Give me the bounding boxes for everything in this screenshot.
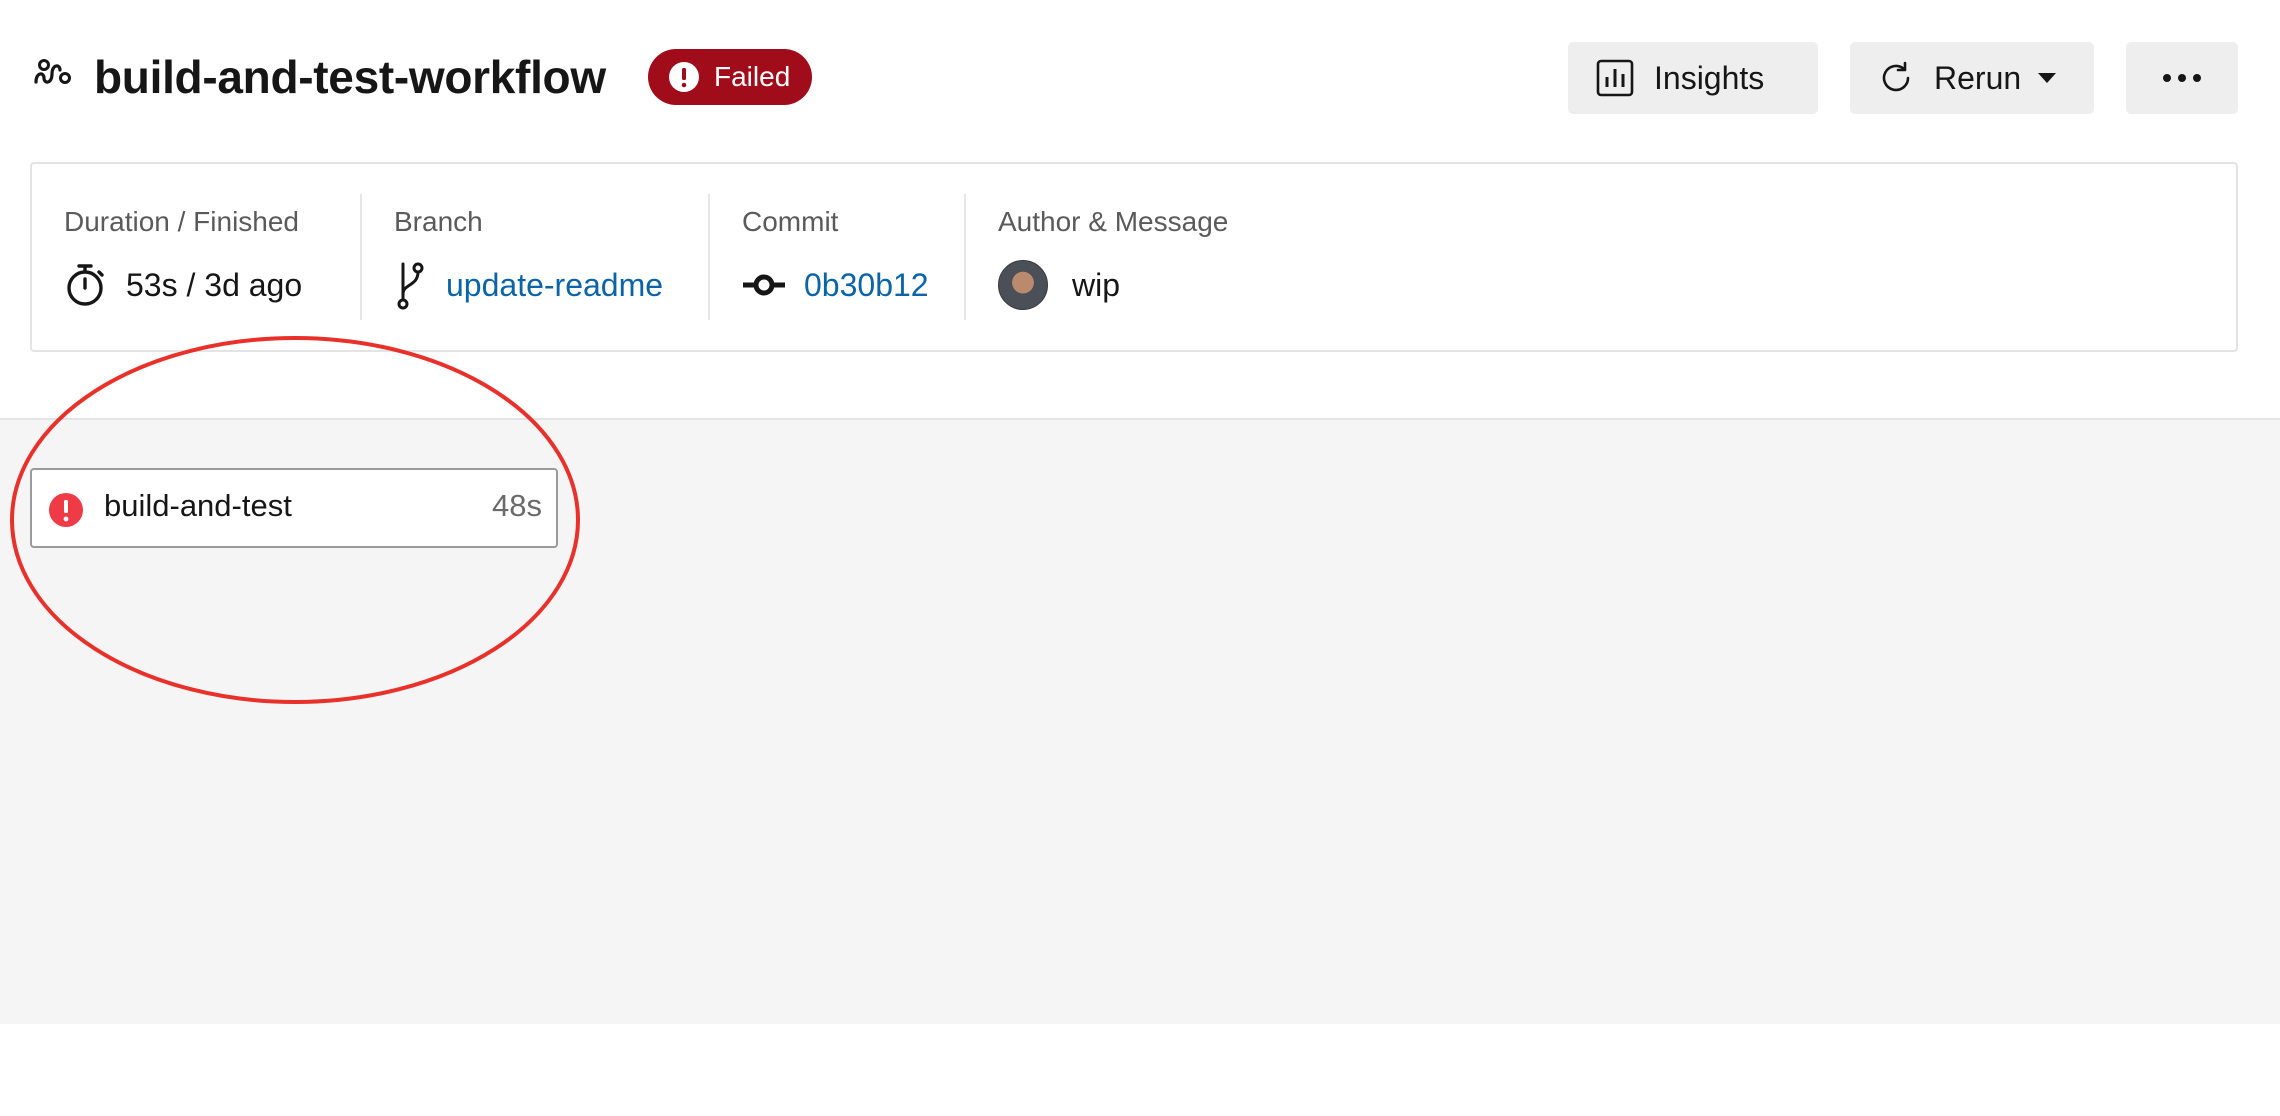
refresh-icon xyxy=(1882,61,1910,92)
branch-row: update-readme xyxy=(394,260,663,310)
insights-label: Insights xyxy=(1654,59,1765,96)
job-duration: 48s xyxy=(492,488,542,523)
commit-link[interactable]: 0b30b12 xyxy=(804,267,929,304)
stopwatch-icon xyxy=(67,264,104,306)
insights-button[interactable]: Insights xyxy=(1568,42,1818,114)
divider xyxy=(708,194,710,320)
caret-down-icon xyxy=(2038,73,2057,83)
status-label: Failed xyxy=(714,61,791,92)
ellipsis-icon xyxy=(2163,74,2201,82)
commit-label: Commit xyxy=(742,206,839,237)
more-options-button[interactable] xyxy=(2126,42,2238,114)
exclamation-circle-icon xyxy=(669,62,699,92)
avatar[interactable] xyxy=(998,260,1048,310)
author-row: wip xyxy=(998,260,1120,310)
author-label: Author & Message xyxy=(998,206,1229,237)
page-title: build-and-test-workflow xyxy=(94,51,606,103)
git-commit-icon xyxy=(743,274,785,296)
rerun-button[interactable]: Rerun xyxy=(1850,42,2094,114)
commit-row: 0b30b12 xyxy=(742,260,929,310)
rerun-label: Rerun xyxy=(1934,59,2022,96)
git-branch-icon xyxy=(397,262,424,310)
status-badge: Failed xyxy=(648,49,812,105)
run-info-card: Duration / Finished 53s / 3d ago Branch … xyxy=(30,162,2238,352)
divider xyxy=(964,194,966,320)
commit-message: wip xyxy=(1072,266,1121,303)
branch-label: Branch xyxy=(394,206,483,237)
exclamation-circle-icon xyxy=(49,493,83,527)
job-name: build-and-test xyxy=(104,488,292,523)
workflow-icon xyxy=(34,59,71,84)
duration-value: 53s / 3d ago xyxy=(126,266,303,303)
branch-link[interactable]: update-readme xyxy=(446,267,663,304)
duration-row: 53s / 3d ago xyxy=(64,260,302,310)
page-header: build-and-test-workflow Failed Insights … xyxy=(0,0,2280,155)
divider xyxy=(360,194,362,320)
duration-label: Duration / Finished xyxy=(64,206,300,237)
job-card[interactable]: build-and-test 48s xyxy=(30,468,558,548)
bar-chart-icon xyxy=(1596,59,1634,97)
